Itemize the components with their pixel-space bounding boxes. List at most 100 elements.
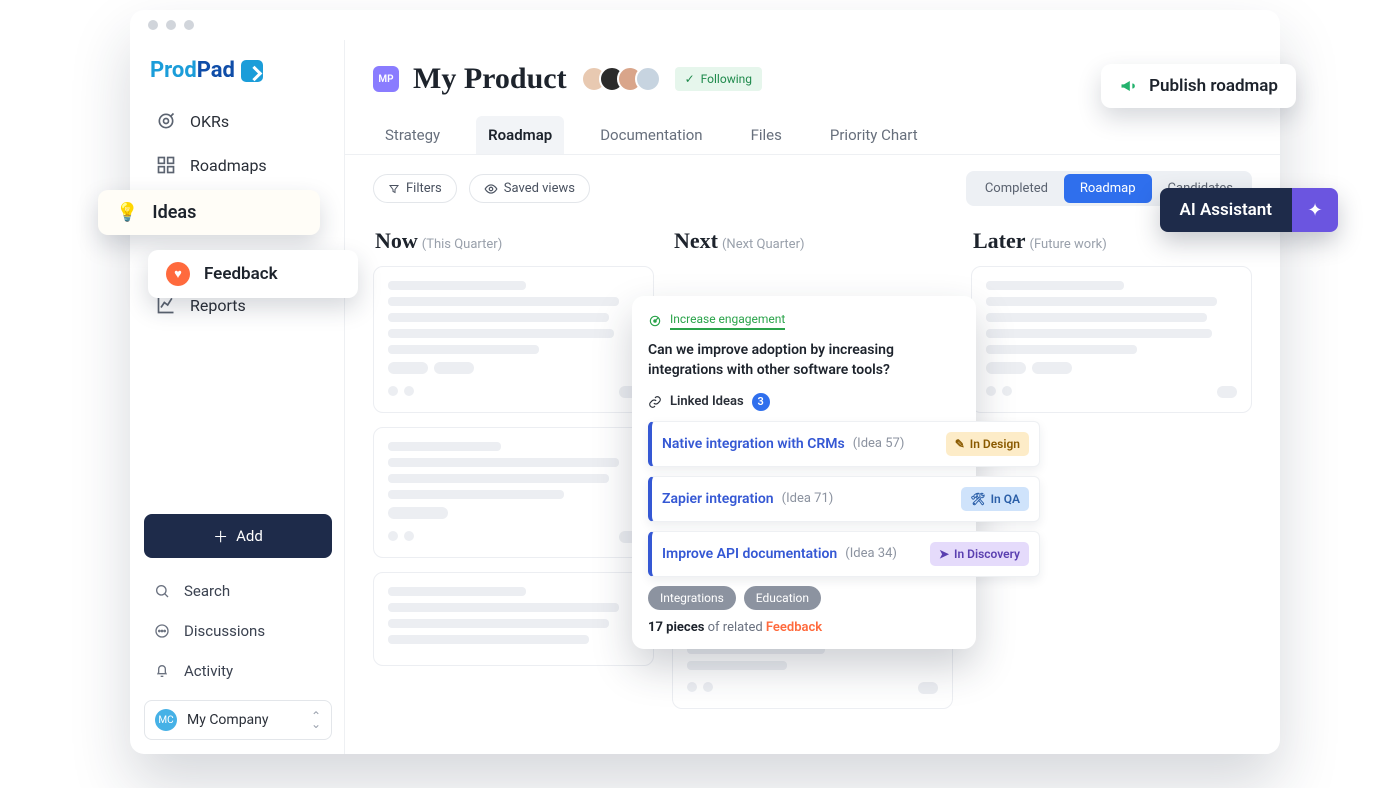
board-controls: Filters Saved views Completed Roadmap Ca…: [345, 155, 1280, 216]
objective-label: Increase engagement: [670, 312, 785, 330]
column-subtitle: (Future work): [1030, 237, 1107, 252]
tags: Integrations Education: [648, 586, 960, 610]
check-icon: ✓: [685, 72, 695, 86]
roadmap-item-detail: Increase engagement Can we improve adopt…: [632, 296, 976, 649]
roadmap-card[interactable]: [971, 266, 1252, 413]
column-subtitle: (Next Quarter): [722, 237, 805, 252]
updown-icon: ⌃⌄: [311, 712, 321, 728]
tab-files[interactable]: Files: [739, 116, 794, 154]
avatar: [635, 66, 661, 92]
roadmap-card[interactable]: [373, 427, 654, 558]
segment-completed[interactable]: Completed: [969, 174, 1064, 203]
roadmap-card[interactable]: [373, 266, 654, 413]
linked-count-badge: 3: [752, 393, 770, 411]
related-count: 17 pieces: [648, 620, 704, 635]
column-cards: [373, 266, 654, 666]
sidebar: ProdPad OKRs Roadmaps Reports: [130, 40, 345, 754]
nav-label: Ideas: [152, 202, 196, 223]
tab-priority-chart[interactable]: Priority Chart: [818, 116, 930, 154]
ai-assistant-button[interactable]: AI Assistant ✦: [1160, 188, 1339, 232]
company-avatar: MC: [155, 709, 177, 731]
link-icon: [648, 395, 662, 409]
filter-icon: [388, 183, 400, 195]
idea-id: (Idea 57): [853, 436, 905, 451]
idea-id: (Idea 34): [845, 546, 897, 561]
linked-idea[interactable]: Improve API documentation (Idea 34) ➤In …: [648, 531, 1040, 577]
related-feedback: 17 pieces of related Feedback: [648, 620, 960, 635]
tag[interactable]: Education: [744, 586, 821, 610]
nav-roadmaps[interactable]: Roadmaps: [144, 145, 332, 185]
initiative-question: Can we improve adoption by increasing in…: [648, 340, 960, 381]
chat-icon: [154, 623, 172, 639]
pencil-icon: ✎: [955, 437, 965, 451]
status-badge: ✎ In Design: [946, 432, 1029, 456]
nav-okrs[interactable]: OKRs: [144, 101, 332, 141]
column-header: Now(This Quarter): [373, 222, 654, 266]
activity-link[interactable]: Activity: [144, 654, 332, 688]
logo[interactable]: ProdPad: [144, 54, 332, 101]
heart-icon: ♥: [166, 262, 190, 286]
feedback-link[interactable]: Feedback: [766, 620, 822, 635]
tools-icon: 🛠: [970, 492, 985, 506]
nav-ideas[interactable]: 💡 Ideas: [98, 190, 320, 235]
tag[interactable]: Integrations: [648, 586, 736, 610]
column-header: Next (Next Quarter): [672, 222, 953, 266]
status-label: In Design: [970, 437, 1020, 451]
member-avatars[interactable]: [581, 66, 661, 92]
publish-roadmap-button[interactable]: Publish roadmap: [1101, 64, 1296, 108]
related-mid: of related: [704, 620, 766, 635]
linked-idea[interactable]: Zapier integration (Idea 71) 🛠In QA: [648, 476, 1040, 522]
sidebar-bottom: ＋ Add Search Discussions Activity MC My …: [144, 514, 332, 740]
saved-views-label: Saved views: [504, 181, 575, 196]
nav-feedback[interactable]: ♥ Feedback: [148, 250, 358, 298]
objective-link[interactable]: Increase engagement: [648, 312, 960, 330]
logo-text: ProdPad: [150, 58, 235, 83]
column-subtitle: (This Quarter): [422, 237, 502, 252]
search-icon: [154, 583, 172, 599]
column-title: Next: [674, 228, 718, 253]
company-selector[interactable]: MC My Company ⌃⌄: [144, 700, 332, 740]
product-title: My Product: [413, 62, 567, 96]
column-title: Later: [973, 228, 1026, 253]
saved-views-button[interactable]: Saved views: [469, 174, 590, 203]
nav-label: OKRs: [190, 112, 229, 131]
tab-strategy[interactable]: Strategy: [373, 116, 452, 154]
idea-id: (Idea 71): [782, 491, 834, 506]
search-link[interactable]: Search: [144, 574, 332, 608]
linked-label: Linked Ideas: [670, 394, 744, 409]
discussions-link[interactable]: Discussions: [144, 614, 332, 648]
lightbulb-icon: 💡: [116, 202, 138, 223]
nav-label: Feedback: [204, 264, 278, 284]
megaphone-icon: [1119, 76, 1139, 96]
compass-icon: ➤: [939, 547, 949, 561]
traffic-light-close[interactable]: [148, 20, 158, 30]
status-badge: 🛠 In QA: [961, 487, 1029, 511]
linked-idea[interactable]: Native integration with CRMs (Idea 57) ✎…: [648, 421, 1040, 467]
status-label: In QA: [991, 492, 1020, 506]
nav-label: Reports: [190, 296, 246, 315]
eye-icon: [484, 182, 498, 196]
column-cards: [971, 266, 1252, 413]
grid-icon: [156, 155, 176, 175]
linked-ideas-header: Linked Ideas 3: [648, 393, 960, 411]
traffic-light-min[interactable]: [166, 20, 176, 30]
status-badge: ➤ In Discovery: [930, 542, 1029, 566]
ai-label: AI Assistant: [1160, 188, 1293, 232]
filters-label: Filters: [406, 181, 442, 196]
tab-documentation[interactable]: Documentation: [588, 116, 714, 154]
logo-mark-icon: [241, 60, 263, 82]
filters-button[interactable]: Filters: [373, 174, 457, 203]
roadmap-card[interactable]: [373, 572, 654, 666]
chart-line-icon: [156, 295, 176, 315]
following-label: Following: [701, 72, 752, 86]
following-badge[interactable]: ✓ Following: [675, 67, 762, 91]
traffic-light-max[interactable]: [184, 20, 194, 30]
add-button[interactable]: ＋ Add: [144, 514, 332, 558]
target-icon: [648, 314, 662, 328]
search-label: Search: [184, 582, 230, 600]
status-label: In Discovery: [954, 547, 1020, 561]
window-titlebar: [130, 10, 1280, 40]
tab-roadmap[interactable]: Roadmap: [476, 116, 564, 154]
nav-label: Roadmaps: [190, 156, 267, 175]
segment-roadmap[interactable]: Roadmap: [1064, 174, 1152, 203]
